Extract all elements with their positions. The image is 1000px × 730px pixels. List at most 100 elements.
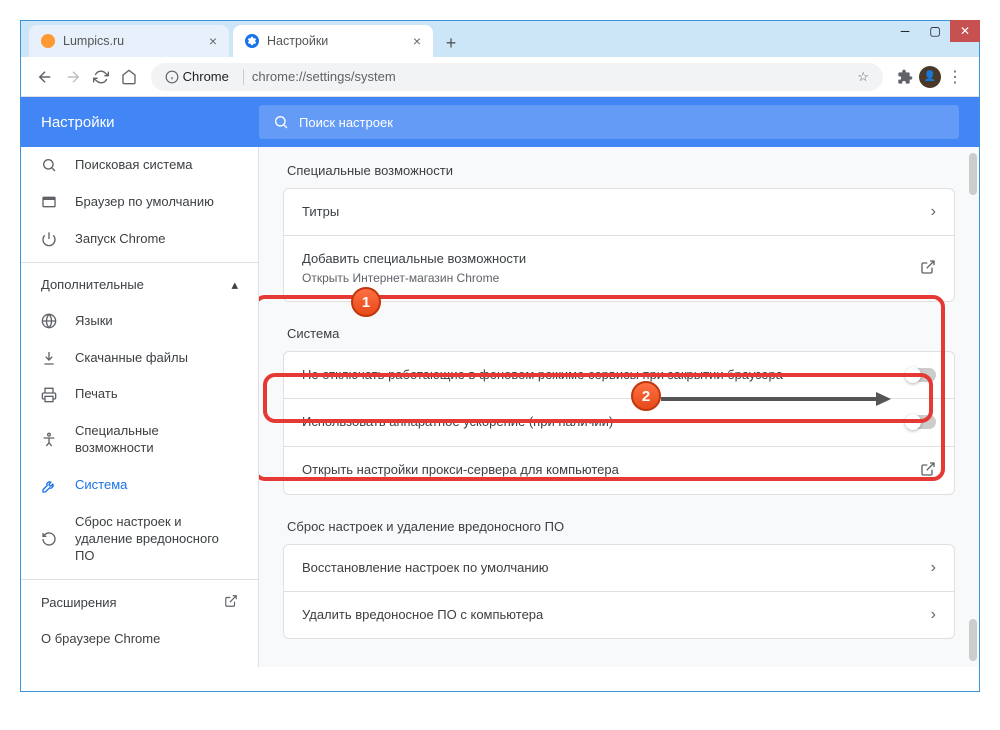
row-label: Открыть настройки прокси-сервера для ком… — [302, 461, 920, 479]
section-reset-title: Сброс настроек и удаление вредоносного П… — [283, 503, 955, 544]
row-restore-defaults[interactable]: Восстановление настроек по умолчанию › — [284, 545, 954, 591]
section-system-title: Система — [283, 310, 955, 351]
reset-icon — [41, 531, 59, 547]
row-label: Восстановление настроек по умолчанию — [302, 559, 931, 577]
home-button[interactable] — [115, 63, 143, 91]
sidebar-item-accessibility[interactable]: Специальные возможности — [21, 413, 258, 467]
settings-header: Настройки Поиск настроек — [21, 97, 979, 147]
sidebar-label: Система — [75, 477, 238, 494]
back-button[interactable] — [31, 63, 59, 91]
reset-card: Восстановление настроек по умолчанию › У… — [283, 544, 955, 639]
sidebar-item-search-engine[interactable]: Поисковая система — [21, 147, 258, 184]
menu-button[interactable]: ⋮ — [941, 63, 969, 91]
accessibility-icon — [41, 432, 59, 448]
address-bar[interactable]: Chrome chrome://settings/system ☆ — [151, 63, 883, 91]
sidebar-advanced-toggle[interactable]: Дополнительные ▴ — [21, 267, 258, 303]
sidebar-label: Поисковая система — [75, 157, 238, 174]
sidebar-item-system[interactable]: Система — [21, 467, 258, 504]
toolbar: Chrome chrome://settings/system ☆ 👤 ⋮ — [21, 57, 979, 97]
row-captions[interactable]: Титры › — [284, 189, 954, 235]
sidebar-item-reset[interactable]: Сброс настроек и удаление вредоносного П… — [21, 504, 258, 575]
globe-icon — [41, 313, 59, 329]
tab-strip: Lumpics.ru × Настройки × + — [21, 21, 979, 57]
site-info-icon[interactable]: Chrome — [165, 69, 229, 84]
scrollbar-thumb[interactable] — [969, 619, 977, 661]
sidebar-label: Языки — [75, 313, 238, 330]
sidebar-about[interactable]: О браузере Chrome — [21, 621, 258, 656]
extensions-label: Расширения — [41, 595, 117, 610]
browser-window: ─ ▢ ✕ Lumpics.ru × Настройки × + — [20, 20, 980, 692]
sidebar-label: Скачанные файлы — [75, 350, 238, 367]
chevron-right-icon: › — [931, 559, 936, 577]
toggle-switch[interactable] — [906, 368, 936, 382]
annotation-arrow — [661, 391, 891, 407]
row-sublabel: Открыть Интернет-магазин Chrome — [302, 270, 920, 287]
extensions-icon[interactable] — [891, 63, 919, 91]
row-add-accessibility[interactable]: Добавить специальные возможности Открыть… — [284, 235, 954, 301]
search-icon — [273, 114, 289, 130]
print-icon — [41, 387, 59, 403]
tab-favicon — [41, 34, 55, 48]
external-link-icon — [224, 594, 238, 611]
row-label: Удалить вредоносное ПО с компьютера — [302, 606, 931, 624]
sidebar-item-printing[interactable]: Печать — [21, 376, 258, 413]
reload-button[interactable] — [87, 63, 115, 91]
minimize-button[interactable]: ─ — [890, 20, 920, 42]
row-proxy-settings[interactable]: Открыть настройки прокси-сервера для ком… — [284, 446, 954, 494]
sidebar-extensions[interactable]: Расширения — [21, 584, 258, 621]
search-icon — [41, 157, 59, 173]
about-label: О браузере Chrome — [41, 631, 160, 646]
row-label: Титры — [302, 203, 931, 221]
sidebar-label: Сброс настроек и удаление вредоносного П… — [75, 514, 238, 565]
profile-avatar[interactable]: 👤 — [919, 66, 941, 88]
url-text: chrome://settings/system — [252, 69, 396, 84]
settings-page: Специальные возможности Титры › Добавить… — [259, 147, 979, 667]
tab-close-icon[interactable]: × — [209, 33, 217, 49]
tab-favicon — [245, 34, 259, 48]
chevron-right-icon: › — [931, 606, 936, 624]
power-icon — [41, 231, 59, 247]
sidebar-label: Печать — [75, 386, 238, 403]
url-prefix: Chrome — [183, 69, 229, 84]
row-label: Не отключать работающие в фоновом режиме… — [302, 366, 906, 384]
row-label: Добавить специальные возможности — [302, 250, 920, 268]
tab-lumpics[interactable]: Lumpics.ru × — [29, 25, 229, 57]
sidebar-item-default-browser[interactable]: Браузер по умолчанию — [21, 184, 258, 221]
settings-sidebar: Поисковая система Браузер по умолчанию З… — [21, 147, 259, 667]
chevron-right-icon: › — [931, 203, 936, 221]
main-area: Настройки Поиск настроек Поисковая систе… — [21, 97, 979, 667]
sidebar-label: Браузер по умолчанию — [75, 194, 238, 211]
forward-button[interactable] — [59, 63, 87, 91]
row-cleanup[interactable]: Удалить вредоносное ПО с компьютера › — [284, 591, 954, 638]
tab-close-icon[interactable]: × — [413, 33, 421, 49]
sidebar-item-languages[interactable]: Языки — [21, 303, 258, 340]
settings-title: Настройки — [21, 114, 259, 131]
external-link-icon — [920, 259, 936, 278]
system-card: Не отключать работающие в фоновом режиме… — [283, 351, 955, 494]
annotation-badge-2: 2 — [631, 381, 661, 411]
annotation-badge-1: 1 — [351, 287, 381, 317]
scrollbar-thumb[interactable] — [969, 153, 977, 195]
row-label: Использовать аппаратное ускорение (при н… — [302, 413, 906, 431]
sidebar-item-on-startup[interactable]: Запуск Chrome — [21, 221, 258, 258]
sidebar-label: Специальные возможности — [75, 423, 238, 457]
window-controls: ─ ▢ ✕ — [890, 20, 980, 42]
browser-icon — [41, 194, 59, 210]
maximize-button[interactable]: ▢ — [920, 20, 950, 42]
toggle-switch[interactable] — [906, 415, 936, 429]
new-tab-button[interactable]: + — [437, 29, 465, 57]
chevron-up-icon: ▴ — [231, 277, 238, 293]
close-button[interactable]: ✕ — [950, 20, 980, 42]
search-placeholder: Поиск настроек — [299, 115, 393, 130]
accessibility-card: Титры › Добавить специальные возможности… — [283, 188, 955, 302]
tab-settings[interactable]: Настройки × — [233, 25, 433, 57]
star-icon[interactable]: ☆ — [857, 69, 869, 85]
tab-title: Настройки — [267, 34, 328, 48]
external-link-icon — [920, 461, 936, 480]
download-icon — [41, 350, 59, 366]
sidebar-item-downloads[interactable]: Скачанные файлы — [21, 340, 258, 377]
sidebar-label: Запуск Chrome — [75, 231, 238, 248]
settings-search[interactable]: Поиск настроек — [259, 105, 959, 139]
url-separator — [243, 69, 244, 85]
section-accessibility-title: Специальные возможности — [283, 147, 955, 188]
